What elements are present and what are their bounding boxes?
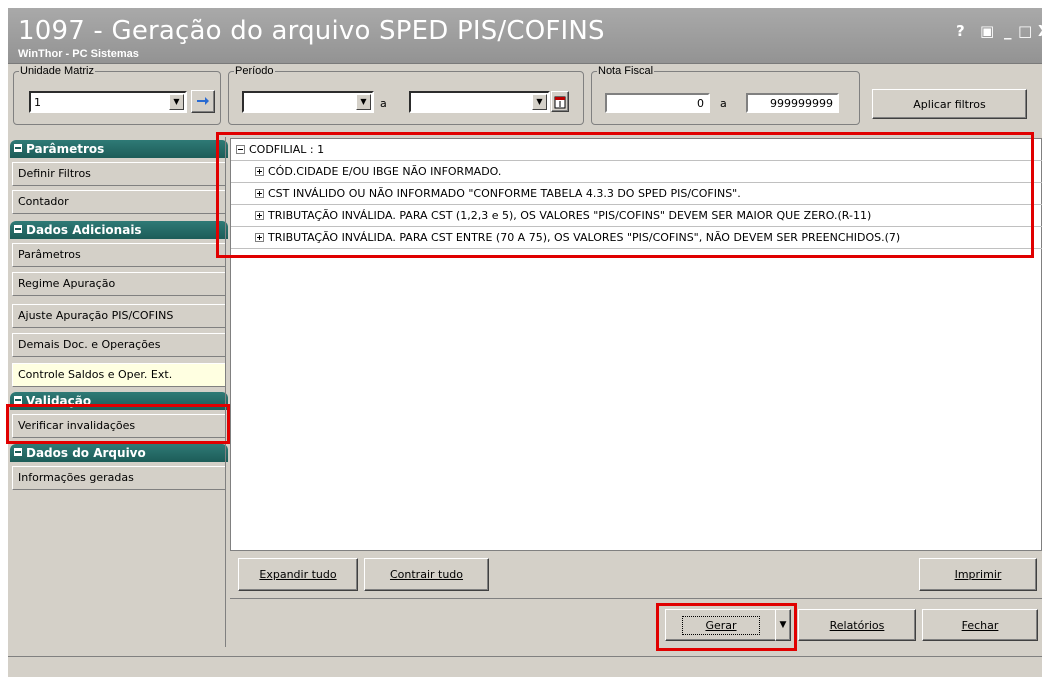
tree-item[interactable]: CÓD.CIDADE E/OU IBGE NÃO INFORMADO. [231,161,1042,183]
maximize-icon[interactable]: □ [1018,22,1032,40]
collapse-icon [14,225,22,233]
sidebar-item-verificar-invalidacoes[interactable]: Verificar invalidações [12,414,226,438]
tree-root[interactable]: CODFILIAL : 1 [231,139,1042,161]
window-subtitle: WinThor - PC Sistemas [18,48,139,60]
periodo-group: Período ▼ a ▼ [228,65,584,125]
imprimir-label: Imprimir [954,568,1002,581]
expand-icon[interactable] [255,210,264,220]
section-dados-do-arquivo[interactable]: Dados do Arquivo [10,444,228,462]
calendar-button[interactable] [551,91,569,112]
tree-item-label: CÓD.CIDADE E/OU IBGE NÃO INFORMADO. [268,165,502,178]
title-bar: 1097 - Geração do arquivo SPED PIS/COFIN… [8,8,1042,64]
unidade-matriz-label: Unidade Matriz [19,65,95,77]
unidade-matriz-group: Unidade Matriz 1 ▼ [13,65,221,125]
tree-item[interactable]: CST INVÁLIDO OU NÃO INFORMADO "CONFORME … [231,183,1042,205]
collapse-icon[interactable] [236,144,245,154]
chevron-down-icon: ▼ [779,620,787,630]
section-validacao-title: Validação [26,394,92,408]
sidebar-item-ajuste-apuracao[interactable]: Ajuste Apuração PIS/COFINS [12,304,226,328]
status-bar [8,656,1042,677]
gerar-button[interactable]: Gerar [665,609,777,641]
fechar-button[interactable]: Fechar [922,609,1038,641]
expand-icon[interactable] [255,166,264,176]
expandir-tudo-label: Expandir tudo [259,568,337,581]
tree-root-label: CODFILIAL : 1 [249,143,325,156]
sidebar-item-contador[interactable]: Contador [12,190,226,214]
window-title: 1097 - Geração do arquivo SPED PIS/COFIN… [18,16,605,46]
gerar-dropdown-button[interactable]: ▼ [775,609,791,641]
help-icon[interactable]: ? [956,22,965,40]
unidade-matriz-select[interactable]: 1 ▼ [29,91,187,113]
section-parametros-title: Parâmetros [26,142,105,156]
aplicar-filtros-button[interactable]: Aplicar filtros [872,89,1027,119]
section-dados-adicionais-title: Dados Adicionais [26,223,142,237]
sidebar-item-controle-saldos[interactable]: Controle Saldos e Oper. Ext. [12,363,226,387]
restore-icon[interactable]: ▣ [980,22,994,40]
sidebar-item-informacoes-geradas[interactable]: Informações geradas [12,466,226,490]
close-icon[interactable]: X [1038,22,1042,40]
chevron-down-icon[interactable]: ▼ [356,94,371,110]
unidade-matriz-value: 1 [34,96,41,109]
validation-tree[interactable]: CODFILIAL : 1 CÓD.CIDADE E/OU IBGE NÃO I… [230,138,1042,551]
collapse-icon [14,396,22,404]
chevron-down-icon[interactable]: ▼ [169,94,184,110]
expand-icon[interactable] [255,188,264,198]
sidebar-item-parametros[interactable]: Parâmetros [12,243,226,267]
divider [230,598,1042,599]
sidebar-item-regime-apuracao[interactable]: Regime Apuração [12,272,226,296]
collapse-icon [14,448,22,456]
nota-fiscal-label: Nota Fiscal [597,65,655,77]
tree-item[interactable]: TRIBUTAÇÃO INVÁLIDA. PARA CST ENTRE (70 … [231,227,1042,249]
tree-item-label: CST INVÁLIDO OU NÃO INFORMADO "CONFORME … [268,187,741,200]
relatorios-button[interactable]: Relatórios [798,609,916,641]
periodo-from-select[interactable]: ▼ [242,91,374,113]
nota-fiscal-from-input[interactable]: 0 [605,93,710,113]
periodo-label: Período [234,65,275,77]
nota-fiscal-to-input[interactable]: 999999999 [746,93,839,113]
periodo-to-select[interactable]: ▼ [409,91,550,113]
contrair-tudo-button[interactable]: Contrair tudo [364,558,489,591]
fechar-label: Fechar [961,618,999,632]
tree-item[interactable]: TRIBUTAÇÃO INVÁLIDA. PARA CST (1,2,3 e 5… [231,205,1042,227]
nota-fiscal-group: Nota Fiscal 0 a 999999999 [591,65,860,125]
refresh-icon [197,96,209,105]
periodo-separator: a [380,97,387,110]
section-parametros[interactable]: Parâmetros [10,140,228,158]
expand-icon[interactable] [255,232,264,242]
collapse-icon [14,144,22,152]
relatorios-label: Relatórios [829,618,885,632]
section-validacao[interactable]: Validação [10,392,228,410]
contrair-tudo-label: Contrair tudo [389,568,464,581]
sidebar-item-demais-doc[interactable]: Demais Doc. e Operações [12,333,226,357]
section-dados-do-arquivo-title: Dados do Arquivo [26,446,146,460]
gerar-label: Gerar [682,615,760,635]
nota-fiscal-separator: a [720,97,727,110]
expandir-tudo-button[interactable]: Expandir tudo [238,558,358,591]
tree-item-label: TRIBUTAÇÃO INVÁLIDA. PARA CST (1,2,3 e 5… [268,209,872,222]
refresh-button[interactable] [191,90,215,113]
tree-item-label: TRIBUTAÇÃO INVÁLIDA. PARA CST ENTRE (70 … [268,231,901,244]
calendar-icon [554,96,566,108]
minimize-icon[interactable]: _ [1004,22,1012,40]
aplicar-filtros-label: Aplicar filtros [913,97,986,111]
sidebar-item-definir-filtros[interactable]: Definir Filtros [12,162,226,186]
chevron-down-icon[interactable]: ▼ [532,94,547,110]
section-dados-adicionais[interactable]: Dados Adicionais [10,221,228,239]
imprimir-button[interactable]: Imprimir [919,558,1037,591]
